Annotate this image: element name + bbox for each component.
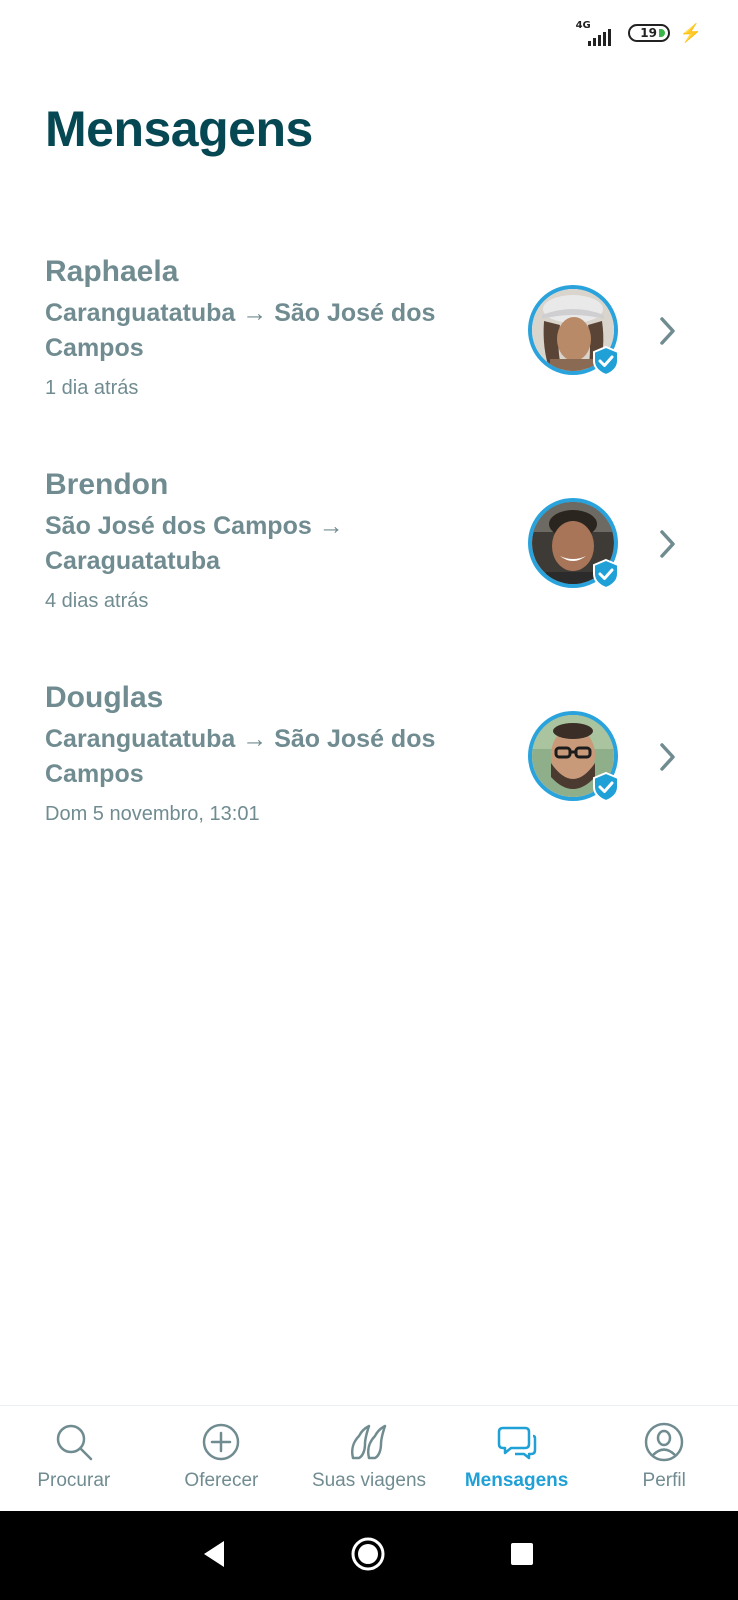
conversation-item[interactable]: Raphaela Caranguatatuba → São José dos C… xyxy=(0,240,738,453)
nav-label: Perfil xyxy=(642,1470,686,1491)
battery-icon: 19 xyxy=(627,24,670,42)
status-bar: 4G 19 ⚡ xyxy=(0,0,738,64)
avatar xyxy=(528,498,619,590)
system-nav-bar xyxy=(0,1511,738,1600)
status-icons: 4G 19 ⚡ xyxy=(574,20,702,46)
verified-badge-icon xyxy=(593,558,619,590)
avatar xyxy=(528,711,619,803)
message-time: Dom 5 novembro, 13:01 xyxy=(45,803,260,825)
chevron-right-icon xyxy=(660,743,675,771)
search-icon xyxy=(56,1424,93,1461)
contact-name: Brendon xyxy=(45,468,169,501)
trips-icon xyxy=(350,1424,387,1460)
charging-icon: ⚡ xyxy=(679,22,702,43)
nav-label: Oferecer xyxy=(184,1470,259,1491)
recents-icon[interactable] xyxy=(510,1542,534,1566)
back-icon[interactable] xyxy=(200,1539,228,1569)
nav-label: Mensagens xyxy=(464,1470,569,1491)
nav-item-suas-viagens[interactable]: Suas viagens xyxy=(295,1406,443,1512)
signal-icon: 4G xyxy=(574,20,618,46)
conversation-item[interactable]: Douglas Caranguatatuba → São José dos Ca… xyxy=(0,666,738,879)
trip-route: Caranguatatuba → São José dos Campos xyxy=(45,299,436,362)
message-time: 4 dias atrás xyxy=(45,590,149,612)
chevron-right-icon xyxy=(660,317,675,345)
home-icon[interactable] xyxy=(350,1536,386,1572)
message-time: 1 dia atrás xyxy=(45,377,139,399)
profile-icon xyxy=(644,1422,684,1462)
nav-item-mensagens[interactable]: Mensagens xyxy=(443,1406,591,1512)
contact-name: Raphaela xyxy=(45,255,179,288)
bottom-nav: Procurar Oferecer Suas viagens Mensagens… xyxy=(0,1405,738,1512)
trip-route: São José dos Campos → Caraguatatuba xyxy=(45,512,344,575)
verified-badge-icon xyxy=(593,345,619,377)
nav-label: Procurar xyxy=(37,1470,111,1491)
nav-item-procurar[interactable]: Procurar xyxy=(0,1406,148,1512)
trip-route: Caranguatatuba → São José dos Campos xyxy=(45,725,436,788)
page-title: Mensagens xyxy=(45,101,313,157)
nav-item-oferecer[interactable]: Oferecer xyxy=(148,1406,296,1512)
plus-circle-icon xyxy=(203,1423,240,1461)
chat-icon xyxy=(497,1426,536,1460)
conversation-item[interactable]: Brendon São José dos Campos → Caraguatat… xyxy=(0,453,738,666)
nav-label: Suas viagens xyxy=(311,1470,427,1491)
verified-badge-icon xyxy=(593,771,619,803)
avatar xyxy=(528,285,619,377)
battery-level: 19 xyxy=(640,26,657,40)
chevron-right-icon xyxy=(660,530,675,558)
contact-name: Douglas xyxy=(45,681,164,714)
conversation-list: Raphaela Caranguatatuba → São José dos C… xyxy=(0,240,738,879)
nav-item-perfil[interactable]: Perfil xyxy=(590,1406,738,1512)
